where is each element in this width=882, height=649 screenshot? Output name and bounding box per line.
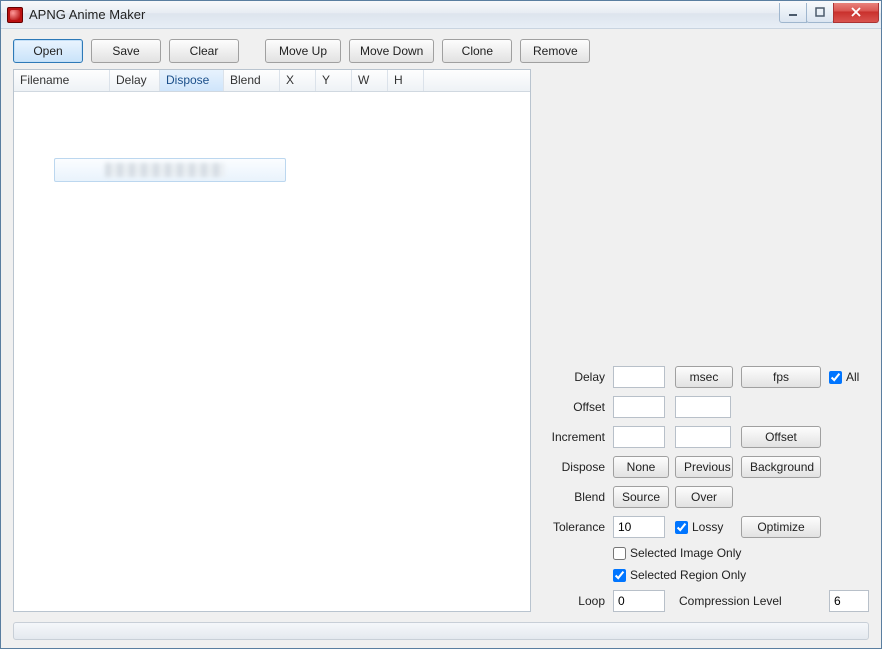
blend-label: Blend <box>543 490 605 504</box>
blurred-content <box>105 163 225 177</box>
minimize-icon <box>787 7 799 17</box>
dispose-background-button[interactable]: Background <box>741 456 821 478</box>
close-button[interactable] <box>833 3 879 23</box>
column-header-dispose[interactable]: Dispose <box>160 70 224 91</box>
increment-x-input[interactable] <box>613 426 665 448</box>
fps-button[interactable]: fps <box>741 366 821 388</box>
column-header-x[interactable]: X <box>280 70 316 91</box>
column-header-y[interactable]: Y <box>316 70 352 91</box>
selected-image-only-wrap[interactable]: Selected Image Only <box>613 546 869 560</box>
move-down-button[interactable]: Move Down <box>349 39 434 63</box>
lossy-label: Lossy <box>692 520 723 534</box>
app-window: APNG Anime Maker Open Save Clear Move Up… <box>0 0 882 649</box>
compression-label: Compression Level <box>675 594 821 608</box>
open-button[interactable]: Open <box>13 39 83 63</box>
increment-label: Increment <box>543 430 605 444</box>
column-header-delay[interactable]: Delay <box>110 70 160 91</box>
tolerance-input[interactable] <box>613 516 665 538</box>
column-header-filler <box>424 70 530 91</box>
delay-label: Delay <box>543 370 605 384</box>
selected-region-only-wrap[interactable]: Selected Region Only <box>613 568 869 582</box>
column-header-w[interactable]: W <box>352 70 388 91</box>
all-checkbox[interactable] <box>829 371 842 384</box>
optimize-button[interactable]: Optimize <box>741 516 821 538</box>
table-body[interactable] <box>14 92 530 611</box>
loop-label: Loop <box>543 594 605 608</box>
titlebar[interactable]: APNG Anime Maker <box>1 1 881 29</box>
frames-table[interactable]: FilenameDelayDisposeBlendXYWH <box>13 69 531 612</box>
selected-region-only-label: Selected Region Only <box>630 568 746 582</box>
dispose-none-button[interactable]: None <box>613 456 669 478</box>
side-panel: Delay msec fps All Offset Increment <box>543 69 869 612</box>
minimize-button[interactable] <box>779 3 807 23</box>
compression-input[interactable] <box>829 590 869 612</box>
column-header-blend[interactable]: Blend <box>224 70 280 91</box>
maximize-icon <box>814 7 826 17</box>
delay-input[interactable] <box>613 366 665 388</box>
status-bar <box>13 622 869 640</box>
toolbar: Open Save Clear Move Up Move Down Clone … <box>13 39 869 63</box>
clear-button[interactable]: Clear <box>169 39 239 63</box>
blend-over-button[interactable]: Over <box>675 486 733 508</box>
selected-image-only-label: Selected Image Only <box>630 546 741 560</box>
window-title: APNG Anime Maker <box>29 7 145 22</box>
loop-input[interactable] <box>613 590 665 612</box>
table-row[interactable] <box>54 158 286 182</box>
msec-button[interactable]: msec <box>675 366 733 388</box>
all-label: All <box>846 370 859 384</box>
column-header-filename[interactable]: Filename <box>14 70 110 91</box>
offset-y-input[interactable] <box>675 396 731 418</box>
client-area: Open Save Clear Move Up Move Down Clone … <box>1 29 881 648</box>
move-up-button[interactable]: Move Up <box>265 39 341 63</box>
lossy-checkbox[interactable] <box>675 521 688 534</box>
offset-x-input[interactable] <box>613 396 665 418</box>
close-icon <box>850 7 862 17</box>
lossy-checkbox-wrap[interactable]: Lossy <box>675 520 733 534</box>
selected-region-only-checkbox[interactable] <box>613 569 626 582</box>
app-icon <box>7 7 23 23</box>
selected-image-only-checkbox[interactable] <box>613 547 626 560</box>
dispose-label: Dispose <box>543 460 605 474</box>
dispose-previous-button[interactable]: Previous <box>675 456 733 478</box>
clone-button[interactable]: Clone <box>442 39 512 63</box>
offset-label: Offset <box>543 400 605 414</box>
tolerance-label: Tolerance <box>543 520 605 534</box>
offset-button[interactable]: Offset <box>741 426 821 448</box>
blend-source-button[interactable]: Source <box>613 486 669 508</box>
all-checkbox-wrap[interactable]: All <box>829 370 869 384</box>
maximize-button[interactable] <box>806 3 834 23</box>
increment-y-input[interactable] <box>675 426 731 448</box>
remove-button[interactable]: Remove <box>520 39 590 63</box>
column-header-h[interactable]: H <box>388 70 424 91</box>
save-button[interactable]: Save <box>91 39 161 63</box>
